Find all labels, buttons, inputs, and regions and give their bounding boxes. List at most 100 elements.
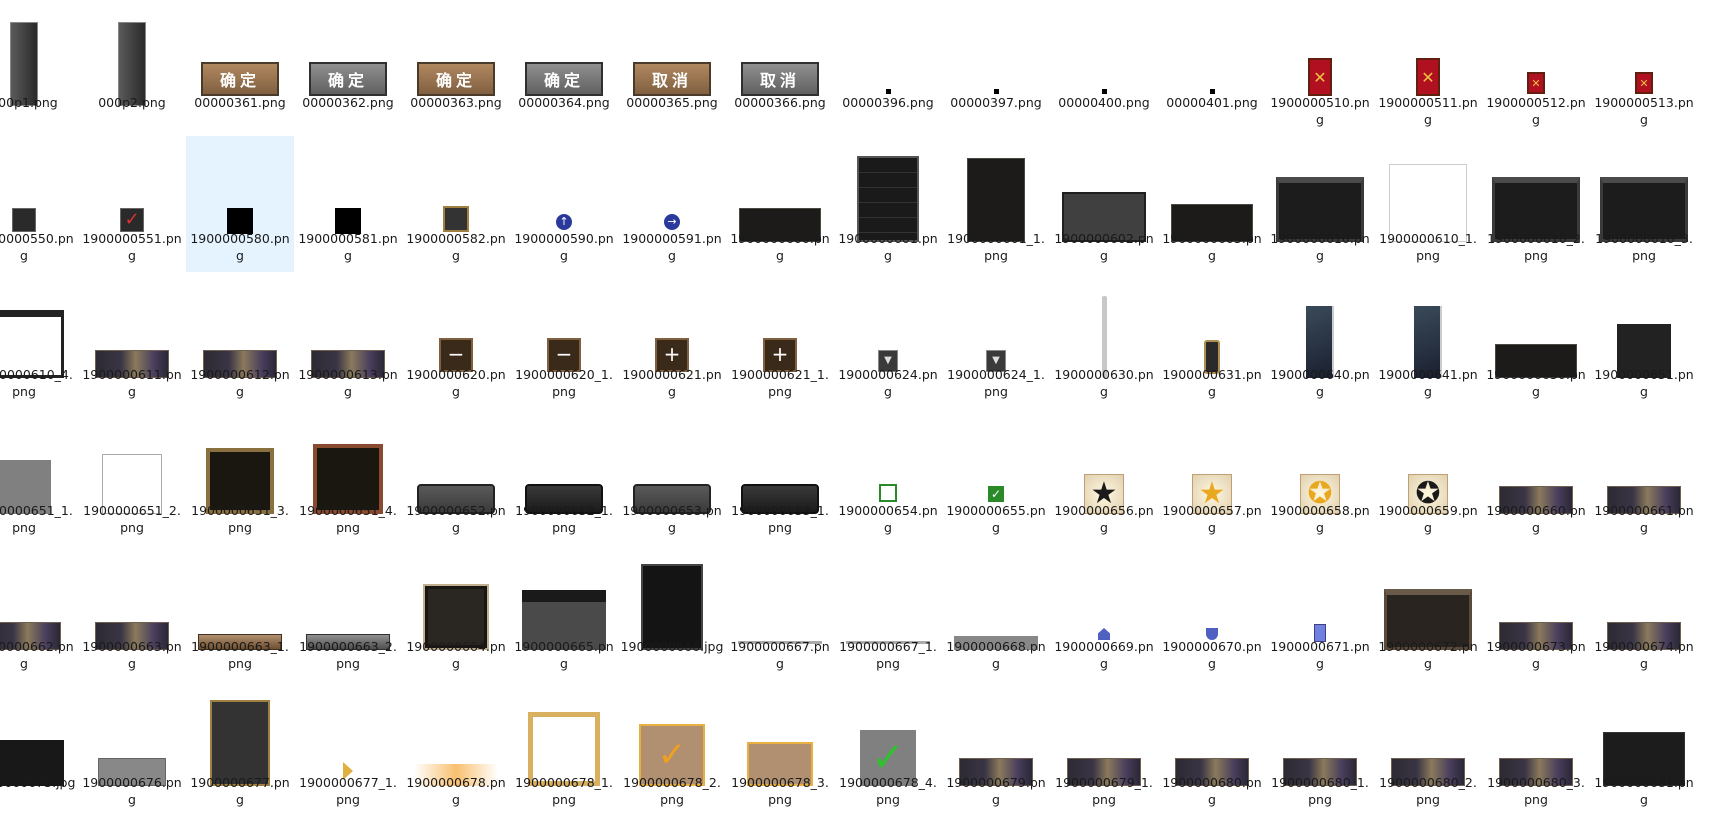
file-item[interactable]: 1900000550.png (0, 136, 78, 272)
file-item[interactable]: 000p1.png (0, 0, 78, 136)
file-item[interactable]: 确定 00000362.png (294, 0, 402, 136)
file-item[interactable]: ▼ 1900000624_1.png (942, 272, 1050, 408)
file-item[interactable]: 1900000664.png (402, 544, 510, 680)
file-item[interactable]: ✕ 1900000511.png (1374, 0, 1482, 136)
file-item[interactable]: 1900000668.png (942, 544, 1050, 680)
file-item[interactable]: +1900000621_1.png (726, 272, 834, 408)
file-item[interactable]: ✓ 1900000551.png (78, 136, 186, 272)
file-item[interactable]: 取消 00000365.png (618, 0, 726, 136)
file-item[interactable]: 1900000651_2.png (78, 408, 186, 544)
file-item[interactable]: 1900000581.png (294, 136, 402, 272)
file-item[interactable]: 1900000673.png (1482, 544, 1590, 680)
file-item[interactable]: 1900000651.png (1590, 272, 1698, 408)
file-item[interactable]: −1900000620_1.png (510, 272, 618, 408)
file-item[interactable]: 取消 00000366.png (726, 0, 834, 136)
file-item[interactable]: 1900000680_3.png (1482, 680, 1590, 816)
file-item[interactable]: 1900000582.png (402, 136, 510, 272)
file-item[interactable]: 1900000654.png (834, 408, 942, 544)
file-item[interactable]: 00000396.png (834, 0, 942, 136)
file-item[interactable]: 1900000651_3.png (186, 408, 294, 544)
file-item[interactable]: 确定 00000361.png (186, 0, 294, 136)
file-item[interactable]: 00000397.png (942, 0, 1050, 136)
file-item[interactable]: 1900000613.png (294, 272, 402, 408)
file-item[interactable]: ★ 1900000656.png (1050, 408, 1158, 544)
file-item[interactable]: ✓ 1900000678_4.png (834, 680, 942, 816)
file-item[interactable]: 1900000641.png (1374, 272, 1482, 408)
file-item[interactable]: 1900000663.png (78, 544, 186, 680)
file-item[interactable]: 1900000631.png (1158, 272, 1266, 408)
file-item[interactable]: 1900000610_4.png (0, 272, 78, 408)
file-item[interactable]: 1900000610_2.png (1482, 136, 1590, 272)
file-item[interactable]: 1900000612.png (186, 272, 294, 408)
file-item[interactable]: 00000400.png (1050, 0, 1158, 136)
file-item[interactable]: 1900000652_1.png (510, 408, 618, 544)
file-item[interactable]: 1900000610_1.png (1374, 136, 1482, 272)
file-item[interactable]: 1900000677.png (186, 680, 294, 816)
file-item[interactable]: 000p2.png (78, 0, 186, 136)
file-item[interactable]: 00000401.png (1158, 0, 1266, 136)
file-name: 1900000655.png (946, 503, 1046, 535)
file-item[interactable]: ✪ 1900000659.png (1374, 408, 1482, 544)
file-item[interactable]: 1900000681.png (1590, 680, 1698, 816)
file-item[interactable]: 1900000651_1.png (0, 408, 78, 544)
file-item[interactable]: ✓ 1900000655.png (942, 408, 1050, 544)
file-item[interactable]: ✕ 1900000510.png (1266, 0, 1374, 136)
file-item[interactable]: 1900000667_1.png (834, 544, 942, 680)
file-item[interactable]: 1900000652.png (402, 408, 510, 544)
file-item[interactable]: ↑ 1900000590.png (510, 136, 618, 272)
file-item[interactable]: 1900000678_1.png (510, 680, 618, 816)
file-item[interactable]: ✓ 1900000678_2.png (618, 680, 726, 816)
file-item[interactable]: 1900000680_1.png (1266, 680, 1374, 816)
file-item[interactable]: 1900000640.png (1266, 272, 1374, 408)
file-item[interactable]: 1900000663_2.png (294, 544, 402, 680)
file-item[interactable]: ✕ 1900000513.png (1590, 0, 1698, 136)
file-item[interactable]: 1900000679.png (942, 680, 1050, 816)
file-item[interactable]: 1900000663_1.png (186, 544, 294, 680)
file-item[interactable]: 1900000678_3.png (726, 680, 834, 816)
file-item[interactable]: 1900000605.png (1158, 136, 1266, 272)
file-item[interactable]: −1900000620.png (402, 272, 510, 408)
file-item[interactable]: 1900000674.png (1590, 544, 1698, 680)
file-item[interactable]: 1900000660.png (1482, 408, 1590, 544)
file-item[interactable]: 1900000630.png (1050, 272, 1158, 408)
file-item[interactable]: 1900000662.png (0, 544, 78, 680)
file-item[interactable]: 1900000671.png (1266, 544, 1374, 680)
file-item[interactable]: 1900000611.png (78, 272, 186, 408)
file-item[interactable]: ★ 1900000657.png (1158, 408, 1266, 544)
file-item[interactable]: 1900000680.png (1158, 680, 1266, 816)
file-item[interactable]: 1900000672.png (1374, 544, 1482, 680)
file-item[interactable]: ✕ 1900000512.png (1482, 0, 1590, 136)
file-item[interactable]: 1900000610_3.png (1590, 136, 1698, 272)
file-item[interactable]: ✪ 1900000658.png (1266, 408, 1374, 544)
file-item[interactable]: 1900000677_1.png (294, 680, 402, 816)
file-name: 00000361.png (194, 95, 286, 110)
file-item[interactable]: 1900000600.png (726, 136, 834, 272)
file-item[interactable]: 1900000651_4.png (294, 408, 402, 544)
file-item[interactable]: 1900000601.png (834, 136, 942, 272)
file-item[interactable]: 1900000653_1.png (726, 408, 834, 544)
file-item[interactable]: 1900000601_1.png (942, 136, 1050, 272)
file-item[interactable]: 1900000666.jpg (618, 544, 726, 680)
file-name: 1900000668.png (946, 639, 1046, 671)
file-item[interactable]: 确定 00000364.png (510, 0, 618, 136)
file-item[interactable]: 1900000667.png (726, 544, 834, 680)
file-item[interactable]: 1900000665.png (510, 544, 618, 680)
file-item[interactable]: 1900000679_1.png (1050, 680, 1158, 816)
file-item[interactable]: 1900000610.png (1266, 136, 1374, 272)
file-item[interactable]: 1900000675.jpg (0, 680, 78, 816)
file-name: 000p2.png (98, 95, 166, 110)
file-item[interactable]: 1900000602.png (1050, 136, 1158, 272)
file-item[interactable]: +1900000621.png (618, 272, 726, 408)
file-item[interactable]: 1900000676.png (78, 680, 186, 816)
file-item[interactable]: 1900000653.png (618, 408, 726, 544)
file-item[interactable]: ▼ 1900000624.png (834, 272, 942, 408)
file-item[interactable]: 1900000680_2.png (1374, 680, 1482, 816)
file-item[interactable]: 1900000650.png (1482, 272, 1590, 408)
file-item[interactable]: 1900000670.png (1158, 544, 1266, 680)
file-item[interactable]: 1900000678.png (402, 680, 510, 816)
file-item[interactable]: 1900000580.png (186, 136, 294, 272)
file-item[interactable]: → 1900000591.png (618, 136, 726, 272)
file-item[interactable]: 1900000661.png (1590, 408, 1698, 544)
file-item[interactable]: 确定 00000363.png (402, 0, 510, 136)
file-item[interactable]: 1900000669.png (1050, 544, 1158, 680)
